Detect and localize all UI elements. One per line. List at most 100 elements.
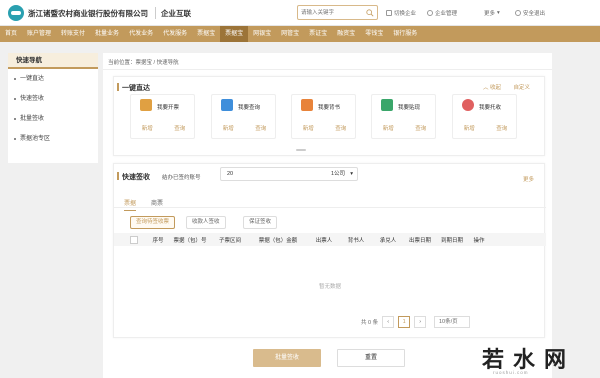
- more-label: 更多: [484, 11, 496, 17]
- column-header: 到期日期: [440, 237, 463, 244]
- nav-item[interactable]: 网管宝: [276, 26, 304, 42]
- card-title: 我要托收: [479, 105, 502, 111]
- customize-link[interactable]: 自定义: [513, 83, 530, 91]
- table-header: 序号 票据（包）号 子票区间 票据（包）金额 出票人 背书人 承兑人 出票日期 …: [114, 233, 546, 246]
- account-select[interactable]: 20 1公司 ▾: [220, 167, 358, 181]
- search-box[interactable]: [297, 5, 378, 20]
- filter-pending-button[interactable]: 查询待签收票: [130, 216, 176, 229]
- bill-query-icon: [221, 99, 233, 111]
- nav-item[interactable]: 转账支付: [56, 26, 90, 42]
- nav-item[interactable]: 首页: [0, 26, 22, 42]
- enterprise-mgmt-label: 企业管理: [435, 11, 458, 17]
- account-label: 结办已签约账号: [162, 175, 201, 181]
- sidebar-item-direct[interactable]: 一键直达: [8, 69, 98, 89]
- add-link[interactable]: 新增: [464, 124, 475, 132]
- nav-item[interactable]: 网银宝: [248, 26, 276, 42]
- nav-item[interactable]: 零钱宝: [360, 26, 388, 42]
- panel-title: 一键直达: [117, 83, 150, 92]
- breadcrumb-divider: [103, 69, 552, 70]
- bank-name: 浙江诸暨农村商业银行股份有限公司: [28, 9, 148, 18]
- column-header: 序号: [152, 237, 164, 244]
- nav-item[interactable]: 票证宝: [304, 26, 332, 42]
- filter-payee-button[interactable]: 收款人签收: [186, 216, 226, 229]
- query-link[interactable]: 查询: [496, 124, 507, 132]
- quick-card-discount[interactable]: 我要贴现 新增 查询: [371, 94, 436, 139]
- quick-card-endorse[interactable]: 我要背书 新增 查询: [291, 94, 356, 139]
- filter-guarantee-button[interactable]: 保证签收: [243, 216, 278, 229]
- sidebar-title: 快速导航: [8, 53, 98, 69]
- column-header: 承兑人: [379, 237, 397, 244]
- add-link[interactable]: 新增: [142, 124, 153, 132]
- product-name: 企业互联: [161, 9, 191, 18]
- header-divider: [155, 7, 156, 19]
- main-content: 当前位置：票据宝 / 快速导航 一键直达 ︿ 收起 自定义 我要开票 新增 查询 …: [103, 53, 552, 378]
- sidebar-item-quick-sign[interactable]: 快速签收: [8, 89, 98, 109]
- quick-card-collect[interactable]: 我要托收 新增 查询: [452, 94, 517, 139]
- bullet-icon: [14, 78, 16, 80]
- tab-bill[interactable]: 票据: [124, 198, 137, 211]
- add-link[interactable]: 新增: [383, 124, 394, 132]
- nav-item[interactable]: 票据宝: [192, 26, 220, 42]
- query-link[interactable]: 查询: [174, 124, 185, 132]
- enterprise-mgmt-link[interactable]: 企业管理: [427, 9, 457, 17]
- page-number[interactable]: 1: [398, 316, 411, 328]
- main-nav: 首页 账户管理 转账支付 批量业务 代发业务 代发服务 票据宝 票据宝 网银宝 …: [0, 26, 600, 42]
- sidebar-item-label: 一键直达: [20, 76, 45, 82]
- collapse-label: 收起: [489, 85, 501, 91]
- batch-sign-button[interactable]: 批量签收: [253, 349, 321, 367]
- query-link[interactable]: 查询: [415, 124, 426, 132]
- sidebar-item-batch-sign[interactable]: 批量签收: [8, 109, 98, 129]
- collapse-link[interactable]: ︿ 收起: [483, 83, 501, 91]
- logout-link[interactable]: 安全退出: [515, 9, 545, 17]
- sidebar-item-bill-pool[interactable]: 票据池专区: [8, 129, 98, 149]
- nav-item[interactable]: 账户管理: [22, 26, 56, 42]
- add-link[interactable]: 新增: [223, 124, 234, 132]
- search-icon[interactable]: [366, 9, 374, 17]
- pagination: 共 0 条 ‹ 1 ›: [361, 316, 427, 328]
- chevron-up-icon: ︿: [482, 85, 489, 91]
- column-header: 票据（包）号: [173, 237, 207, 244]
- discount-icon: [381, 99, 393, 111]
- switch-company-link[interactable]: 切换企业: [386, 9, 416, 17]
- nav-item[interactable]: 批量业务: [90, 26, 124, 42]
- chevron-down-icon: ▾: [497, 10, 500, 16]
- nav-item-active[interactable]: 票据宝: [220, 26, 249, 42]
- tab-commercial[interactable]: 商票: [151, 198, 163, 211]
- quick-sign-panel: 快速签收 结办已签约账号 20 1公司 ▾ 更多 票据 商票 查询待签收票 收款…: [113, 163, 546, 338]
- page-size-select[interactable]: 10条/页: [434, 316, 470, 328]
- next-page-icon[interactable]: ›: [414, 316, 427, 328]
- sidebar: 快速导航 一键直达 快速签收 批量签收 票据池专区: [8, 53, 98, 163]
- bullet-icon: [14, 98, 16, 100]
- column-header: 背书人: [347, 237, 365, 244]
- more-link[interactable]: 更多: [523, 175, 534, 183]
- nav-item[interactable]: 代发服务: [158, 26, 192, 42]
- quick-card-issue[interactable]: 我要开票 新增 查询: [130, 94, 195, 139]
- query-link[interactable]: 查询: [255, 124, 266, 132]
- user-icon: [427, 10, 433, 16]
- logout-label: 安全退出: [523, 11, 546, 17]
- nav-item[interactable]: 代发业务: [124, 26, 158, 42]
- bill-tabs: 票据 商票: [124, 198, 163, 211]
- search-input[interactable]: [301, 8, 363, 18]
- quick-card-query[interactable]: 我要查询 新增 查询: [211, 94, 276, 139]
- switch-company-label: 切换企业: [394, 11, 417, 17]
- reset-button[interactable]: 重置: [337, 349, 405, 367]
- column-header: 操作: [473, 237, 485, 244]
- query-link[interactable]: 查询: [335, 124, 346, 132]
- sidebar-item-label: 票据池专区: [20, 136, 51, 142]
- prev-page-icon[interactable]: ‹: [382, 316, 395, 328]
- bill-issue-icon: [140, 99, 152, 111]
- card-title: 我要开票: [157, 105, 180, 111]
- more-menu[interactable]: 更多 ▾: [484, 9, 500, 17]
- panel-title: 快速签收: [117, 172, 150, 181]
- account-suffix: 1公司: [331, 171, 346, 177]
- breadcrumb: 当前位置：票据宝 / 快速导航: [108, 60, 179, 66]
- add-link[interactable]: 新增: [303, 124, 314, 132]
- carousel-dot-icon[interactable]: [296, 149, 306, 151]
- nav-item[interactable]: 银行服务: [388, 26, 422, 42]
- card-title: 我要查询: [238, 105, 261, 111]
- direct-panel: 一键直达 ︿ 收起 自定义 我要开票 新增 查询 我要查询 新增 查询 我要背书 新…: [113, 76, 545, 156]
- nav-item[interactable]: 融资宝: [332, 26, 360, 42]
- select-all-checkbox[interactable]: [130, 235, 138, 244]
- collect-icon: [462, 99, 474, 111]
